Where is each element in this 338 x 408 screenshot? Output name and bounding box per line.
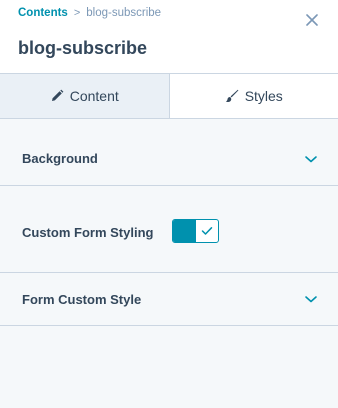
breadcrumb-separator: >: [73, 7, 81, 19]
tab-content-label: Content: [69, 88, 119, 104]
page-title: blog-subscribe: [18, 38, 148, 58]
toggle-knob: [173, 220, 196, 242]
panel-header: Contents > blog-subscribe blog-subscribe: [0, 0, 338, 74]
form-custom-style-section[interactable]: Form Custom Style: [0, 273, 338, 326]
chevron-down-icon[interactable]: [304, 294, 318, 304]
tab-styles[interactable]: Styles: [169, 74, 338, 118]
tab-content[interactable]: Content: [0, 74, 170, 118]
close-button[interactable]: [303, 11, 321, 29]
chevron-down-icon[interactable]: [304, 154, 318, 164]
custom-form-styling-toggle[interactable]: [172, 219, 219, 243]
pencil-icon: [50, 89, 64, 103]
form-custom-style-label: Form Custom Style: [22, 291, 142, 307]
background-section[interactable]: Background: [0, 132, 338, 186]
background-section-label: Background: [22, 151, 98, 166]
breadcrumb-contents-link[interactable]: Contents: [18, 7, 68, 19]
brush-icon: [225, 89, 239, 103]
tab-styles-label: Styles: [244, 88, 283, 104]
custom-form-styling-label: Custom Form Styling: [22, 225, 154, 240]
tab-bar: Content Styles: [0, 74, 338, 119]
check-icon: [196, 220, 218, 242]
close-icon: [306, 14, 318, 26]
breadcrumb-current: blog-subscribe: [86, 7, 162, 19]
breadcrumb: Contents > blog-subscribe: [18, 7, 161, 19]
